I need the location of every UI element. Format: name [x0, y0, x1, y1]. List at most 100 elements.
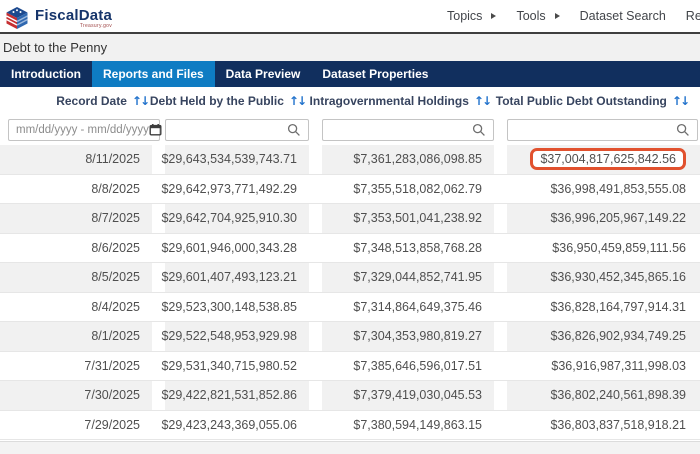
tab-introduction[interactable]: Introduction: [0, 61, 92, 87]
site-header: FiscalData Treasury.gov Topics Tools Dat…: [0, 0, 700, 34]
sort-icon[interactable]: ↑↓: [289, 94, 305, 108]
page-title: Debt to the Penny: [3, 40, 107, 55]
tab-reports-and-files-label: Reports and Files: [103, 67, 204, 81]
record-date-value: 8/1/2025: [91, 329, 140, 343]
record-date-value: 8/11/2025: [85, 152, 140, 166]
debt-held-value: $29,601,946,000,343.28: [161, 241, 297, 255]
page-background: [0, 441, 700, 454]
nav-tools[interactable]: Tools: [516, 9, 559, 23]
total-debt-cell: $36,916,987,311,998.03: [507, 352, 700, 381]
table-row: 8/6/2025 $29,601,946,000,343.28 $7,348,5…: [0, 234, 700, 264]
intragov-value: $7,380,594,149,863.15: [353, 418, 482, 432]
fiscaldata-logo[interactable]: FiscalData Treasury.gov: [4, 3, 112, 30]
intragov-search-input[interactable]: [322, 119, 494, 141]
intragov-value: $7,348,513,858,768.28: [353, 241, 482, 255]
table-row: 7/29/2025 $29,423,243,369,055.06 $7,380,…: [0, 411, 700, 441]
caret-right-icon: [555, 13, 560, 19]
debt-held-cell: $29,643,534,539,743.71: [165, 145, 309, 174]
total-debt-value: $36,998,491,853,555.08: [550, 182, 686, 196]
total-debt-cell: $36,950,459,859,111.56: [507, 234, 700, 263]
table-row: 7/31/2025 $29,531,340,715,980.52 $7,385,…: [0, 352, 700, 382]
tab-dataset-properties[interactable]: Dataset Properties: [311, 61, 439, 87]
intragov-cell: $7,379,419,030,045.53: [322, 381, 494, 410]
column-header-record-date[interactable]: Record Date ↑↓: [0, 94, 152, 108]
column-header-intragov[interactable]: Intragovernmental Holdings ↑↓: [322, 94, 494, 108]
table-header-row: Record Date ↑↓ Debt Held by the Public ↑…: [0, 87, 700, 114]
debt-held-value: $29,642,704,925,910.30: [161, 211, 297, 225]
record-date-cell: 8/1/2025: [0, 322, 152, 351]
intragov-cell: $7,304,353,980,819.27: [322, 322, 494, 351]
tab-data-preview[interactable]: Data Preview: [215, 61, 312, 87]
debt-held-cell: $29,523,300,148,538.85: [165, 293, 309, 322]
nav-tools-label: Tools: [516, 9, 545, 23]
logo-text: FiscalData Treasury.gov: [35, 8, 112, 29]
nav-topics[interactable]: Topics: [447, 9, 496, 23]
calendar-icon[interactable]: [149, 123, 162, 136]
date-range-input[interactable]: mm/dd/yyyy - mm/dd/yyyy: [8, 119, 160, 141]
total-debt-value: $36,930,452,345,865.16: [550, 270, 686, 284]
record-date-cell: 8/11/2025: [0, 145, 152, 174]
intragov-cell: $7,329,044,852,741.95: [322, 263, 494, 292]
tab-reports-and-files[interactable]: Reports and Files: [92, 61, 215, 87]
record-date-cell: 8/8/2025: [0, 175, 152, 204]
total-debt-value: $36,803,837,518,918.21: [550, 418, 686, 432]
table-row: 8/4/2025 $29,523,300,148,538.85 $7,314,8…: [0, 293, 700, 323]
intragov-cell: $7,361,283,086,098.85: [322, 145, 494, 174]
intragov-value: $7,304,353,980,819.27: [353, 329, 482, 343]
intragov-cell: $7,353,501,041,238.92: [322, 204, 494, 233]
column-header-debt-held[interactable]: Debt Held by the Public ↑↓: [165, 94, 309, 108]
sort-icon[interactable]: ↑↓: [672, 94, 688, 108]
intragov-value: $7,361,283,086,098.85: [353, 152, 482, 166]
debt-held-search-input[interactable]: [165, 119, 309, 141]
intragov-cell: $7,355,518,082,062.79: [322, 175, 494, 204]
record-date-value: 7/29/2025: [84, 418, 140, 432]
nav-dataset-search[interactable]: Dataset Search: [580, 9, 666, 23]
debt-held-cell: $29,601,407,493,123.21: [165, 263, 309, 292]
debt-held-cell: $29,422,821,531,852.86: [165, 381, 309, 410]
sort-icon[interactable]: ↑↓: [474, 94, 490, 108]
total-debt-search-input[interactable]: [507, 119, 698, 141]
intragov-value: $7,379,419,030,045.53: [353, 388, 482, 402]
filter-cell-date: mm/dd/yyyy - mm/dd/yyyy: [0, 119, 152, 141]
record-date-value: 8/4/2025: [91, 300, 140, 314]
debt-held-cell: $29,601,946,000,343.28: [165, 234, 309, 263]
intragov-value: $7,353,501,041,238.92: [353, 211, 482, 225]
nav-topics-label: Topics: [447, 9, 482, 23]
nav-resources-label: Resources: [686, 9, 700, 23]
record-date-value: 8/6/2025: [91, 241, 140, 255]
column-label: Intragovernmental Holdings: [310, 94, 469, 108]
debt-held-value: $29,523,300,148,538.85: [161, 300, 297, 314]
intragov-cell: $7,348,513,858,768.28: [322, 234, 494, 263]
debt-held-value: $29,423,243,369,055.06: [161, 418, 297, 432]
debt-held-value: $29,601,407,493,123.21: [161, 270, 297, 284]
table-row: 8/1/2025 $29,522,548,953,929.98 $7,304,3…: [0, 322, 700, 352]
logo-subtitle: Treasury.gov: [80, 23, 112, 29]
record-date-cell: 8/7/2025: [0, 204, 152, 233]
tab-bar: Introduction Reports and Files Data Prev…: [0, 61, 700, 87]
column-header-total-debt[interactable]: Total Public Debt Outstanding ↑↓: [507, 94, 692, 108]
nav-resources[interactable]: Resources: [686, 9, 700, 23]
intragov-cell: $7,385,646,596,017.51: [322, 352, 494, 381]
logo-title: FiscalData: [35, 8, 112, 23]
intragov-value: $7,355,518,082,062.79: [353, 182, 482, 196]
search-icon: [287, 123, 301, 137]
sort-icon[interactable]: ↑↓: [132, 94, 148, 108]
top-nav: Topics Tools Dataset Search Resources: [447, 0, 700, 32]
total-debt-value: $36,828,164,797,914.31: [550, 300, 686, 314]
record-date-cell: 8/4/2025: [0, 293, 152, 322]
tab-dataset-properties-label: Dataset Properties: [322, 67, 428, 81]
total-debt-cell: $36,802,240,561,898.39: [507, 381, 700, 410]
debt-held-value: $29,531,340,715,980.52: [161, 359, 297, 373]
total-debt-cell: $37,004,817,625,842.56: [507, 145, 700, 174]
filter-cell-debt-held: [165, 119, 309, 141]
intragov-value: $7,329,044,852,741.95: [353, 270, 482, 284]
table-row: 8/11/2025 $29,643,534,539,743.71 $7,361,…: [0, 145, 700, 175]
table-row: 8/8/2025 $29,642,973,771,492.29 $7,355,5…: [0, 175, 700, 205]
table-filter-row: mm/dd/yyyy - mm/dd/yyyy: [0, 114, 700, 145]
debt-held-value: $29,522,548,953,929.98: [161, 329, 297, 343]
debt-held-value: $29,422,821,531,852.86: [161, 388, 297, 402]
tab-data-preview-label: Data Preview: [226, 67, 301, 81]
debt-held-cell: $29,423,243,369,055.06: [165, 411, 309, 440]
intragov-value: $7,314,864,649,375.46: [353, 300, 482, 314]
highlighted-total-debt-value: $37,004,817,625,842.56: [530, 148, 686, 170]
